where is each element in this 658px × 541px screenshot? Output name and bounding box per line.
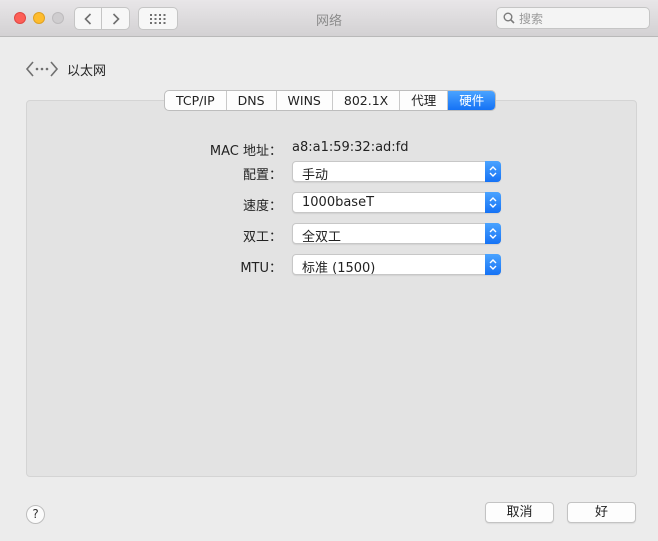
speed-select[interactable]: 1000baseT [292, 192, 501, 213]
mtu-value: 标准 (1500) [302, 261, 376, 276]
duplex-value: 全双工 [302, 230, 342, 245]
search-input[interactable]: 搜索 [496, 7, 650, 29]
mtu-select[interactable]: 标准 (1500) [292, 254, 501, 276]
search-icon [503, 12, 515, 24]
updown-arrows-icon [485, 192, 501, 213]
duplex-select[interactable]: 全双工 [292, 223, 501, 245]
cancel-button[interactable]: 取消 [485, 502, 554, 523]
updown-arrows-icon [485, 161, 501, 182]
configure-row: 配置： 手动 [0, 161, 658, 183]
speed-value: 1000baseT [302, 195, 375, 210]
speed-row: 速度： 1000baseT [0, 192, 658, 214]
speed-label: 速度： [242, 199, 282, 214]
help-button[interactable]: ? [26, 505, 45, 524]
tab-tcpip[interactable]: TCP/IP [165, 91, 227, 110]
configure-select[interactable]: 手动 [292, 161, 501, 183]
back-to-network-row[interactable]: 以太网 [25, 58, 106, 80]
search-placeholder: 搜索 [519, 11, 544, 26]
updown-arrows-icon [485, 254, 501, 275]
duplex-row: 双工： 全双工 [0, 223, 658, 245]
ok-button[interactable]: 好 [567, 502, 636, 523]
mac-address-value: a8:a1:59:32:ad:fd [292, 140, 409, 155]
mac-address-label: MAC 地址： [209, 144, 282, 159]
tab-wins[interactable]: WINS [277, 91, 333, 110]
configure-value: 手动 [302, 168, 329, 183]
mtu-label: MTU： [240, 261, 282, 276]
tab-dns[interactable]: DNS [227, 91, 277, 110]
duplex-label: 双工： [242, 230, 282, 245]
mtu-row: MTU： 标准 (1500) [0, 254, 658, 276]
mac-address-row: MAC 地址： a8:a1:59:32:ad:fd [0, 137, 658, 159]
title-bar: 网络 搜索 [0, 0, 658, 37]
interface-name: 以太网 [67, 63, 107, 79]
tab-proxy[interactable]: 代理 [400, 91, 449, 110]
network-arrows-icon [25, 61, 59, 77]
tab-hardware[interactable]: 硬件 [448, 91, 496, 110]
tab-bar: TCP/IP DNS WINS 802.1X 代理 硬件 [164, 90, 497, 111]
tab-8021x[interactable]: 802.1X [333, 91, 401, 110]
configure-label: 配置： [242, 168, 282, 183]
updown-arrows-icon [485, 223, 501, 244]
